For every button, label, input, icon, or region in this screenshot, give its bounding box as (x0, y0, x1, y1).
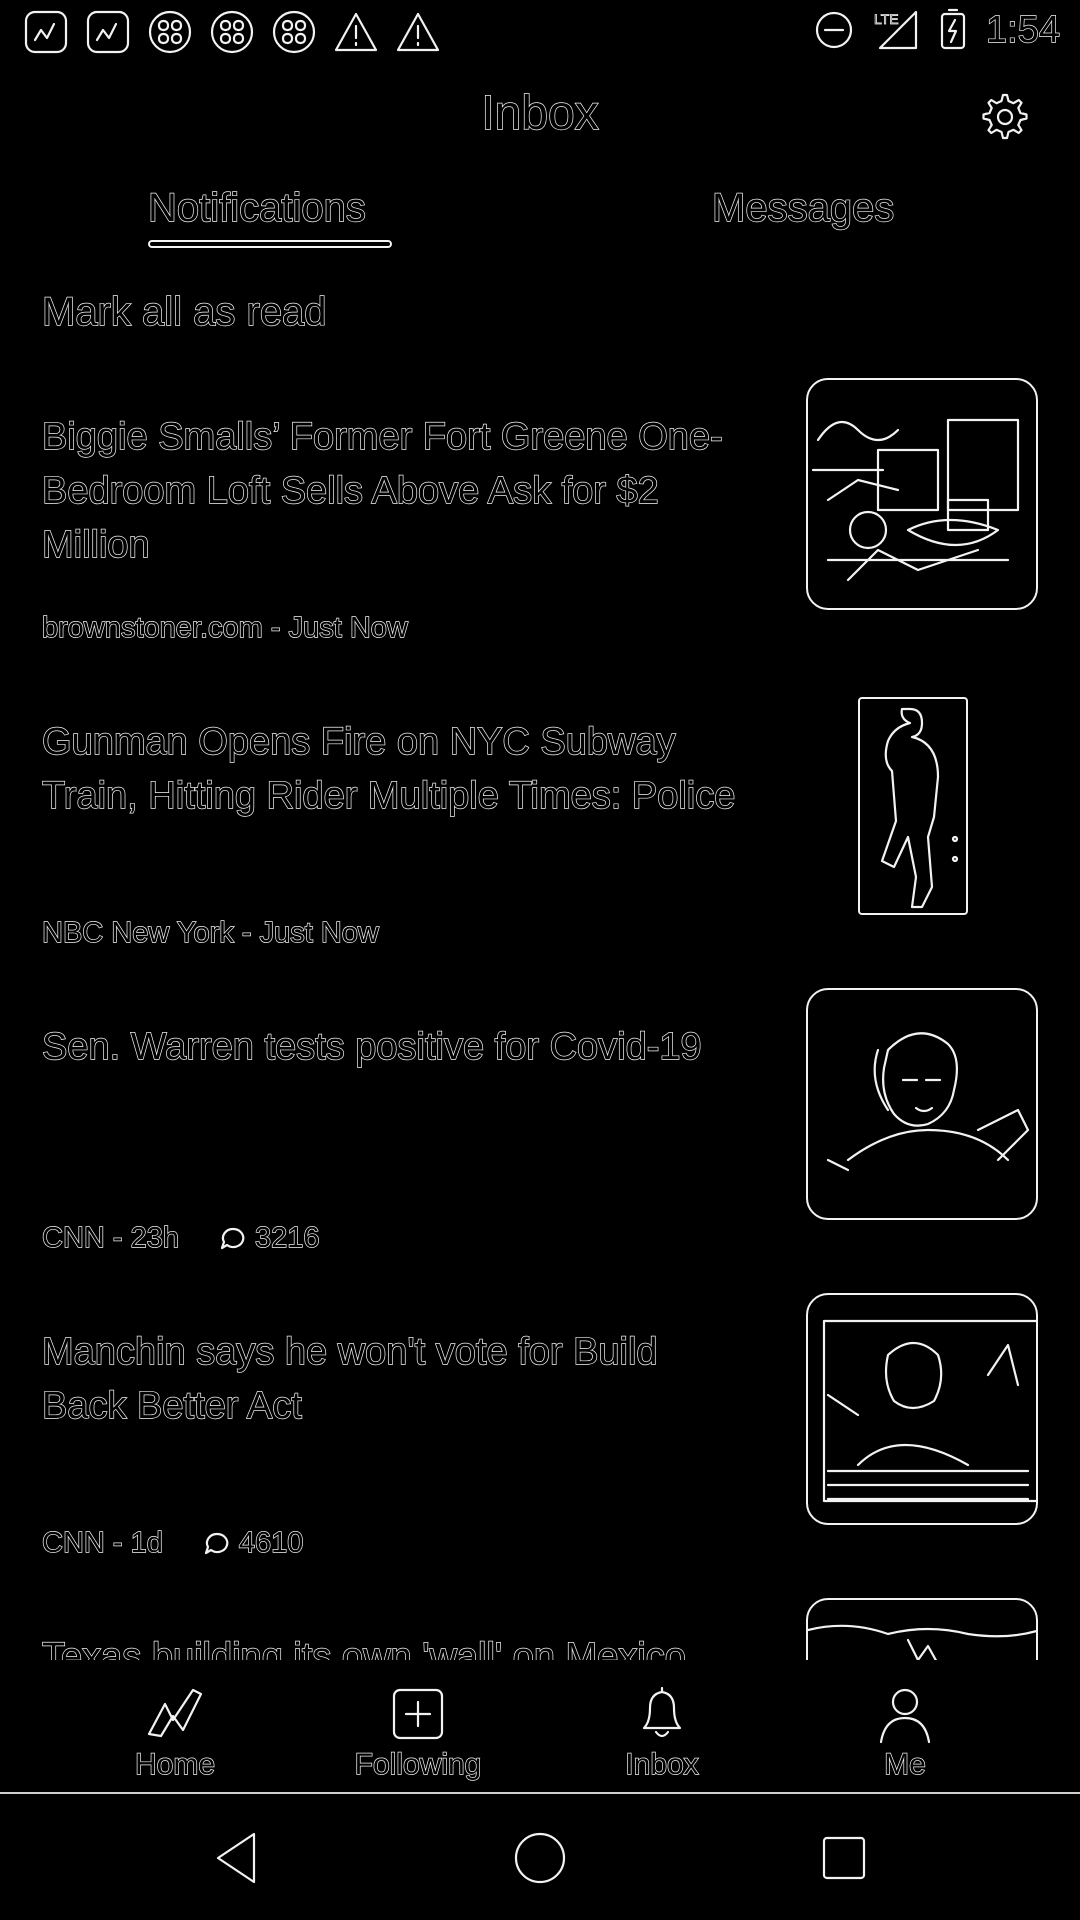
list-item[interactable]: Gunman Opens Fire on NYC Subway Train, H… (0, 675, 1080, 980)
system-navigation-bar (0, 1794, 1080, 1920)
list-item[interactable]: Sen. Warren tests positive for Covid-19 … (0, 980, 1080, 1285)
lte-signal-icon: LTE (874, 11, 918, 50)
tab-messages[interactable]: Messages (711, 185, 895, 231)
comment-icon (204, 1532, 229, 1554)
battery-charging-icon (940, 8, 966, 50)
comment-count: 4610 (203, 1526, 304, 1560)
nav-home[interactable]: Home (75, 1682, 275, 1782)
page-title: Inbox (481, 86, 600, 140)
source-time: brownstoner.com - Just Now (41, 611, 408, 644)
thumbnail-image (806, 378, 1038, 610)
notification-title: Biggie Smalls’ Former Fort Greene One-Be… (41, 415, 723, 566)
comment-count: 3216 (219, 1221, 320, 1255)
notification-title: Texas building its own 'wall' on Mexico (41, 1635, 686, 1660)
plus-square-icon (392, 1688, 444, 1740)
home-circle-icon[interactable] (508, 1826, 572, 1890)
comment-count-value: 3216 (254, 1221, 320, 1254)
grid-icon (148, 10, 192, 54)
app-icon (24, 10, 68, 54)
nav-label: Me (883, 1747, 926, 1781)
source-time: CNN - 1d (41, 1526, 163, 1559)
source-time: CNN - 23h (41, 1221, 179, 1254)
status-notification-icons (22, 10, 442, 54)
nav-inbox[interactable]: Inbox (562, 1682, 762, 1782)
notification-title: Sen. Warren tests positive for Covid-19 (41, 1025, 702, 1068)
notification-meta: CNN - 23h 3216 (41, 1221, 320, 1255)
do-not-disturb-icon (815, 11, 853, 49)
grid-icon (210, 10, 254, 54)
gear-icon[interactable] (976, 90, 1030, 144)
bottom-navigation: Home Following Inbox Me (0, 1660, 1080, 1790)
list-item[interactable]: Biggie Smalls’ Former Fort Greene One-Be… (0, 370, 1080, 675)
notification-title: Gunman Opens Fire on NYC Subway Train, H… (41, 720, 736, 817)
header: Inbox (0, 70, 1080, 160)
mark-all-read-button[interactable]: Mark all as read (41, 289, 327, 335)
notification-meta: NBC New York - Just Now (41, 916, 379, 950)
back-icon[interactable] (204, 1826, 268, 1890)
status-bar: LTE 1:54 (0, 0, 1080, 64)
grid-icon (272, 10, 316, 54)
comment-icon (220, 1227, 245, 1249)
recents-square-icon[interactable] (812, 1826, 876, 1890)
home-logo-icon (147, 1688, 203, 1738)
source-time: NBC New York - Just Now (41, 916, 379, 949)
bell-icon (642, 1686, 682, 1738)
person-icon (879, 1688, 931, 1744)
warning-icon (334, 12, 378, 52)
app-icon (86, 10, 130, 54)
nav-following[interactable]: Following (318, 1682, 518, 1782)
tab-notifications[interactable]: Notifications (147, 185, 366, 231)
nav-label: Following (354, 1747, 482, 1781)
thumbnail-image (806, 1293, 1038, 1525)
list-item[interactable]: Texas building its own 'wall' on Mexico (0, 1590, 1080, 1660)
warning-icon (396, 12, 440, 52)
nav-label: Home (134, 1747, 216, 1781)
nav-me[interactable]: Me (805, 1682, 1005, 1782)
list-item[interactable]: Manchin says he won't vote for Build Bac… (0, 1285, 1080, 1590)
nav-label: Inbox (625, 1747, 700, 1781)
notification-meta: brownstoner.com - Just Now (41, 611, 408, 645)
notification-title: Manchin says he won't vote for Build Bac… (41, 1330, 658, 1427)
notification-meta: CNN - 1d 4610 (41, 1526, 304, 1560)
notification-list: Biggie Smalls’ Former Fort Greene One-Be… (0, 370, 1080, 1660)
active-tab-indicator (148, 240, 392, 248)
thumbnail-image (858, 697, 968, 915)
inbox-tabs: Notifications Messages (0, 180, 1080, 260)
status-system-icons: LTE 1:54 (814, 8, 1061, 52)
comment-count-value: 4610 (238, 1526, 304, 1559)
thumbnail-image (806, 988, 1038, 1220)
clock: 1:54 (985, 8, 1060, 51)
svg-text:LTE: LTE (874, 11, 899, 27)
thumbnail-image (806, 1598, 1038, 1660)
